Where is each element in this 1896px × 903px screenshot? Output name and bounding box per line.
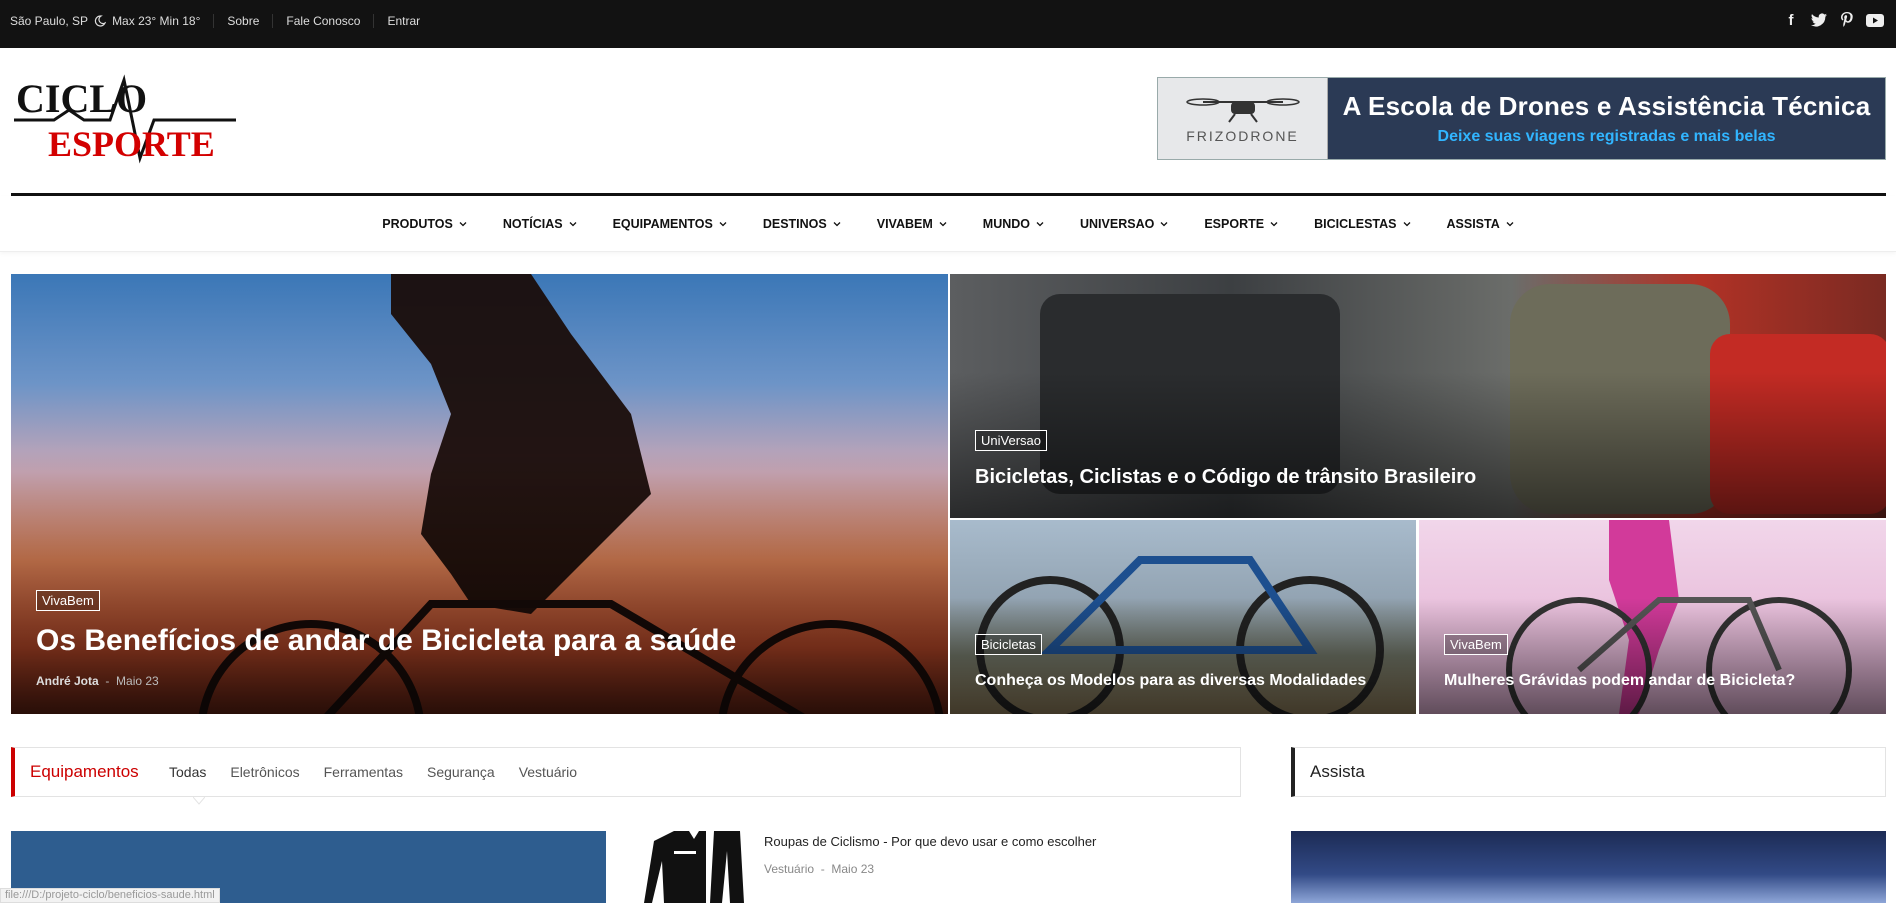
tab-eletronicos[interactable]: Eletrônicos	[230, 764, 299, 780]
nav-item-universao[interactable]: UNIVERSAO	[1062, 217, 1186, 231]
post-meta: Vestuário - Maio 23	[764, 862, 875, 876]
assista-video-thumbnail[interactable]	[1291, 831, 1886, 903]
nav-label: MUNDO	[982, 216, 1030, 231]
hero-main-title[interactable]: Os Benefícios de andar de Bicicleta para…	[36, 624, 736, 658]
hero-bottom-right-title[interactable]: Mulheres Grávidas podem andar de Bicicle…	[1444, 672, 1795, 690]
top-bar-left: São Paulo, SP Max 23° Min 18° Sobre Fale…	[10, 0, 433, 42]
hero-main-meta: André Jota - Maio 23	[36, 674, 159, 688]
banner-brand: FRIZODRONE	[1186, 127, 1299, 144]
nav-label: NOTÍCIAS	[502, 216, 563, 231]
moon-icon	[94, 15, 107, 27]
nav-item-produtos[interactable]: PRODUTOS	[364, 217, 485, 231]
chevron-down-icon	[719, 221, 727, 226]
tab-seguranca[interactable]: Segurança	[427, 764, 495, 780]
nav-label: VIVABEM	[876, 216, 933, 231]
hero-bottom-left-overlay	[950, 597, 1416, 714]
main-nav: PRODUTOS NOTÍCIAS EQUIPAMENTOS DESTINOS …	[0, 196, 1896, 252]
link-fale-conosco[interactable]: Fale Conosco	[272, 14, 373, 28]
chevron-down-icon	[459, 221, 467, 226]
banner-text-panel: A Escola de Drones e Assistência Técnica…	[1328, 78, 1885, 159]
hero-top-right-card[interactable]: UniVersao Bicicletas, Ciclistas e o Códi…	[950, 274, 1886, 518]
nav-label: ESPORTE	[1204, 216, 1265, 231]
hero-main-card[interactable]: VivaBem Os Benefícios de andar de Bicicl…	[11, 274, 948, 714]
banner-subtitle: Deixe suas viagens registradas e mais be…	[1437, 128, 1776, 145]
hero-bottom-right-tag[interactable]: VivaBem	[1444, 634, 1508, 655]
hero-bottom-left-tag[interactable]: Bicicletas	[975, 634, 1042, 655]
chevron-down-icon	[833, 221, 841, 226]
hero-top-right-overlay	[950, 371, 1886, 518]
chevron-down-icon	[939, 221, 947, 226]
nav-label: PRODUTOS	[382, 216, 453, 231]
youtube-icon[interactable]	[1866, 11, 1884, 29]
post-title[interactable]: Roupas de Ciclismo - Por que devo usar e…	[764, 834, 1096, 849]
logo-line2: ESPORTE	[48, 124, 215, 164]
tab-ferramentas[interactable]: Ferramentas	[324, 764, 403, 780]
nav-item-noticias[interactable]: NOTÍCIAS	[485, 217, 595, 231]
weather-text: Max 23° Min 18°	[112, 14, 201, 28]
hero-bottom-left-card[interactable]: Bicicletas Conheça os Modelos para as di…	[950, 520, 1416, 714]
chevron-down-icon	[1506, 221, 1514, 226]
tab-vestuario[interactable]: Vestuário	[519, 764, 577, 780]
drone-icon	[1185, 97, 1300, 123]
nav-item-biciclestas[interactable]: BICICLESTAS	[1296, 217, 1428, 231]
chevron-down-icon	[1036, 221, 1044, 226]
facebook-icon[interactable]: f	[1782, 11, 1800, 29]
banner-brand-panel: FRIZODRONE	[1158, 78, 1328, 159]
banner-title: A Escola de Drones e Assistência Técnica	[1342, 91, 1871, 121]
tab-todas[interactable]: Todas	[169, 764, 206, 780]
nav-label: EQUIPAMENTOS	[612, 216, 713, 231]
nav-label: DESTINOS	[762, 216, 827, 231]
chevron-down-icon	[1403, 221, 1410, 226]
chevron-down-icon	[1270, 221, 1278, 226]
hero-main-tag[interactable]: VivaBem	[36, 590, 100, 611]
active-tab-caret	[193, 797, 205, 805]
nav-item-vivabem[interactable]: VIVABEM	[859, 217, 965, 231]
chevron-down-icon	[1160, 221, 1168, 226]
link-entrar[interactable]: Entrar	[373, 14, 433, 28]
nav-item-destinos[interactable]: DESTINOS	[745, 217, 859, 231]
hero-bottom-right-overlay	[1419, 597, 1886, 714]
nav-label: ASSISTA	[1446, 216, 1500, 231]
nav-item-equipamentos[interactable]: EQUIPAMENTOS	[595, 217, 745, 231]
nav-label: UNIVERSAO	[1080, 216, 1155, 231]
hero-top-right-title[interactable]: Bicicletas, Ciclistas e o Código de trân…	[975, 466, 1476, 489]
hero-top-right-tag[interactable]: UniVersao	[975, 430, 1047, 451]
hero-main-date: Maio 23	[116, 674, 159, 688]
social-links: f	[1782, 11, 1884, 29]
chevron-down-icon	[569, 221, 577, 226]
hero-bottom-left-title[interactable]: Conheça os Modelos para as diversas Moda…	[975, 672, 1366, 690]
link-sobre[interactable]: Sobre	[213, 14, 272, 28]
twitter-icon[interactable]	[1810, 11, 1828, 29]
ad-banner[interactable]: FRIZODRONE A Escola de Drones e Assistên…	[1157, 77, 1886, 160]
status-bar-url: file:///D:/projeto-ciclo/beneficios-saud…	[0, 888, 220, 903]
pinterest-icon[interactable]	[1838, 11, 1856, 29]
cycling-jersey-thumbnail[interactable]	[644, 831, 746, 903]
nav-item-assista[interactable]: ASSISTA	[1429, 217, 1532, 231]
top-bar: São Paulo, SP Max 23° Min 18° Sobre Fale…	[0, 0, 1896, 48]
hero-bottom-right-card[interactable]: VivaBem Mulheres Grávidas podem andar de…	[1419, 520, 1886, 714]
location-text: São Paulo, SP	[10, 14, 89, 28]
post-category[interactable]: Vestuário	[764, 862, 814, 876]
assista-section-header: Assista	[1291, 747, 1886, 797]
assista-title[interactable]: Assista	[1310, 762, 1365, 782]
nav-label: BICICLESTAS	[1314, 216, 1397, 231]
hero-main-author[interactable]: André Jota	[36, 674, 99, 688]
site-logo[interactable]: CICLO ESPORTE	[14, 70, 236, 170]
section-title[interactable]: Equipamentos	[15, 762, 169, 782]
weather-widget: São Paulo, SP Max 23° Min 18°	[10, 14, 213, 28]
nav-item-mundo[interactable]: MUNDO	[965, 217, 1062, 231]
equipamentos-section-header: Equipamentos Todas Eletrônicos Ferrament…	[11, 747, 1241, 797]
nav-item-esporte[interactable]: ESPORTE	[1186, 217, 1296, 231]
post-date: Maio 23	[831, 862, 875, 876]
section-tabs: Todas Eletrônicos Ferramentas Segurança …	[169, 764, 577, 780]
